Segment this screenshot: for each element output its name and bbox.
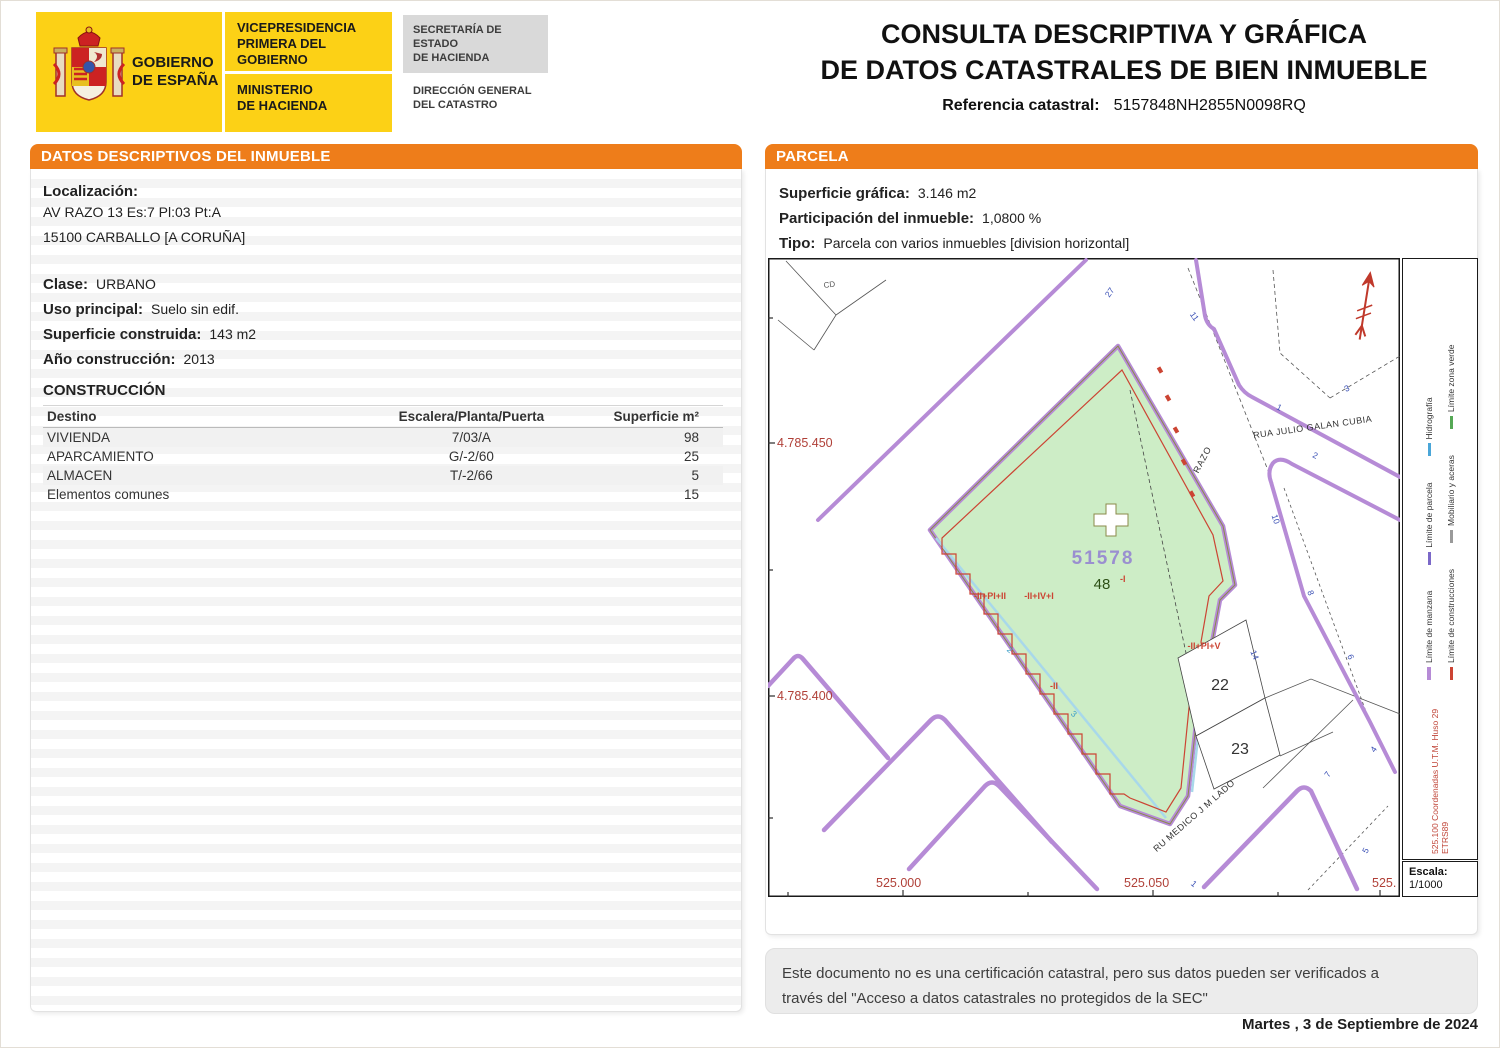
manzana-swatch bbox=[1427, 667, 1431, 680]
secretaria-estado-label: SECRETARÍA DE ESTADO DE HACIENDA bbox=[403, 15, 548, 73]
coord-bottom-mid: 525.050 bbox=[1124, 876, 1169, 890]
plot-number-label: 48 bbox=[1094, 576, 1111, 593]
vicepresidencia-label: VICEPRESIDENCIA PRIMERA DEL GOBIERNO bbox=[225, 12, 392, 74]
address-line-1: AV RAZO 13 Es:7 Pl:03 Pt:A bbox=[43, 204, 221, 220]
document-date: Martes , 3 de Septiembre de 2024 bbox=[1242, 1016, 1478, 1033]
col-escalera: Escalera/Planta/Puerta bbox=[355, 405, 587, 428]
construccion-title: CONSTRUCCIÓN bbox=[43, 382, 166, 399]
coat-of-arms-section: GOBIERNO DE ESPAÑA bbox=[36, 12, 225, 132]
parcel-23-label: 23 bbox=[1231, 741, 1249, 758]
datos-descriptivos-panel: Localización: AV RAZO 13 Es:7 Pl:03 Pt:A… bbox=[30, 169, 742, 1012]
coord-left-bottom: 4.785.400 bbox=[777, 689, 833, 703]
coord-bottom-right: 525. bbox=[1372, 876, 1396, 890]
coord-bottom-left: 525.000 bbox=[876, 876, 921, 890]
construccion-table-header-row: Destino Escalera/Planta/Puerta Superfici… bbox=[43, 405, 723, 428]
address-line-2: 15100 CARBALLO [A CORUÑA] bbox=[43, 229, 246, 245]
field-tipo: Tipo: Parcela con varios inmuebles [divis… bbox=[779, 235, 1130, 252]
parcela-swatch bbox=[1427, 551, 1431, 565]
gobierno-espana-label: GOBIERNO DE ESPAÑA bbox=[132, 54, 219, 89]
disclaimer-line-2: través del "Acceso a datos catastrales n… bbox=[782, 990, 1208, 1007]
field-clase: Clase: URBANO bbox=[43, 276, 156, 293]
field-uso-principal: Uso principal: Suelo sin edif. bbox=[43, 301, 239, 318]
zona-verde-swatch bbox=[1449, 416, 1453, 430]
disclaimer-box: Este documento no es una certificación c… bbox=[765, 948, 1478, 1014]
parcela-header: PARCELA bbox=[765, 144, 1478, 169]
cd-label: CD bbox=[823, 279, 836, 290]
scale-box: Escala: 1/1000 bbox=[1402, 861, 1478, 897]
utm-coords-note: 525.100 Coordenadas U.T.M. Huso 29 ETRS8… bbox=[1430, 708, 1450, 854]
svg-text:-II+IV+I: -II+IV+I bbox=[1024, 591, 1054, 601]
parcel-number-label: 51578 bbox=[1072, 548, 1135, 569]
cadastral-reference-label: Referencia catastral: bbox=[942, 97, 1100, 114]
svg-text:-II+PI+II: -II+PI+II bbox=[974, 591, 1006, 601]
aceras-swatch bbox=[1449, 529, 1453, 543]
table-row: APARCAMIENTO G/-2/60 25 bbox=[47, 449, 699, 464]
field-superficie-grafica: Superficie gráfica: 3.146 m2 bbox=[779, 185, 977, 202]
table-row: ALMACEN T/-2/66 5 bbox=[43, 466, 723, 485]
table-row: Elementos comunes 15 bbox=[47, 487, 699, 502]
ministerio-label: MINISTERIO DE HACIENDA bbox=[237, 81, 328, 113]
table-row: VIVIENDA 7/03/A 98 bbox=[43, 427, 723, 447]
construccion-table: Destino Escalera/Planta/Puerta Superfici… bbox=[43, 405, 723, 504]
cadastral-reference: Referencia catastral: 5157848NH2855N0098R… bbox=[770, 97, 1478, 115]
parcel-22-label: 22 bbox=[1211, 677, 1229, 694]
cadastral-document: GOBIERNO DE ESPAÑA VICEPRESIDENCIA PRIME… bbox=[0, 0, 1500, 1048]
cadastral-map-svg: 22 23 4.785.450 4.785.400 525.000 525.05… bbox=[765, 258, 1402, 897]
datos-descriptivos-header: DATOS DESCRIPTIVOS DEL INMUEBLE bbox=[30, 144, 742, 169]
escala-label: Escala: bbox=[1409, 866, 1448, 878]
escala-value: 1/1000 bbox=[1409, 879, 1443, 891]
spain-coat-of-arms-icon bbox=[50, 24, 128, 121]
construcciones-swatch bbox=[1449, 667, 1453, 680]
legend-item-limite-construcciones: Límite de construcciones bbox=[1446, 569, 1456, 680]
map-legend: 525.100 Coordenadas U.T.M. Huso 29 ETRS8… bbox=[1408, 264, 1472, 854]
direccion-general-catastro-label: DIRECCIÓN GENERAL DEL CATASTRO bbox=[413, 85, 532, 111]
legend-item-limite-parcela: Límite de parcela bbox=[1424, 483, 1434, 565]
cadastral-reference-value: 5157848NH2855N0098RQ bbox=[1113, 97, 1306, 114]
field-superficie-construida: Superficie construida: 143 m2 bbox=[43, 326, 257, 343]
svg-text:-II: -II bbox=[1050, 681, 1058, 691]
document-title: CONSULTA DESCRIPTIVA Y GRÁFICA DE DATOS … bbox=[820, 19, 1428, 85]
plot-storeys-label: -I bbox=[1120, 574, 1126, 584]
cadastral-map: 22 23 4.785.450 4.785.400 525.000 525.05… bbox=[765, 258, 1402, 897]
government-logo-block: GOBIERNO DE ESPAÑA VICEPRESIDENCIA PRIME… bbox=[36, 12, 392, 132]
col-superficie: Superficie m² bbox=[586, 405, 723, 428]
legend-item-hidrografia: Hidrografía bbox=[1424, 397, 1434, 457]
disclaimer-line-1: Este documento no es una certificación c… bbox=[782, 965, 1380, 982]
legend-item-mobiliario-aceras: Mobiliario y aceras bbox=[1446, 455, 1456, 543]
field-participacion: Participación del inmueble: 1,0800 % bbox=[779, 210, 1042, 227]
legend-item-limite-manzana: Límite de manzana bbox=[1424, 591, 1434, 680]
legend-item-limite-zona-verde: Límite zona verde bbox=[1446, 345, 1456, 430]
localizacion-label: Localización: bbox=[43, 183, 139, 200]
svg-text:-II+PI+V: -II+PI+V bbox=[1187, 641, 1220, 651]
field-ano-construccion: Año construcción: 2013 bbox=[43, 351, 215, 368]
hidrografia-swatch bbox=[1427, 443, 1431, 457]
col-destino: Destino bbox=[43, 405, 356, 428]
coord-left-top: 4.785.450 bbox=[777, 436, 833, 450]
